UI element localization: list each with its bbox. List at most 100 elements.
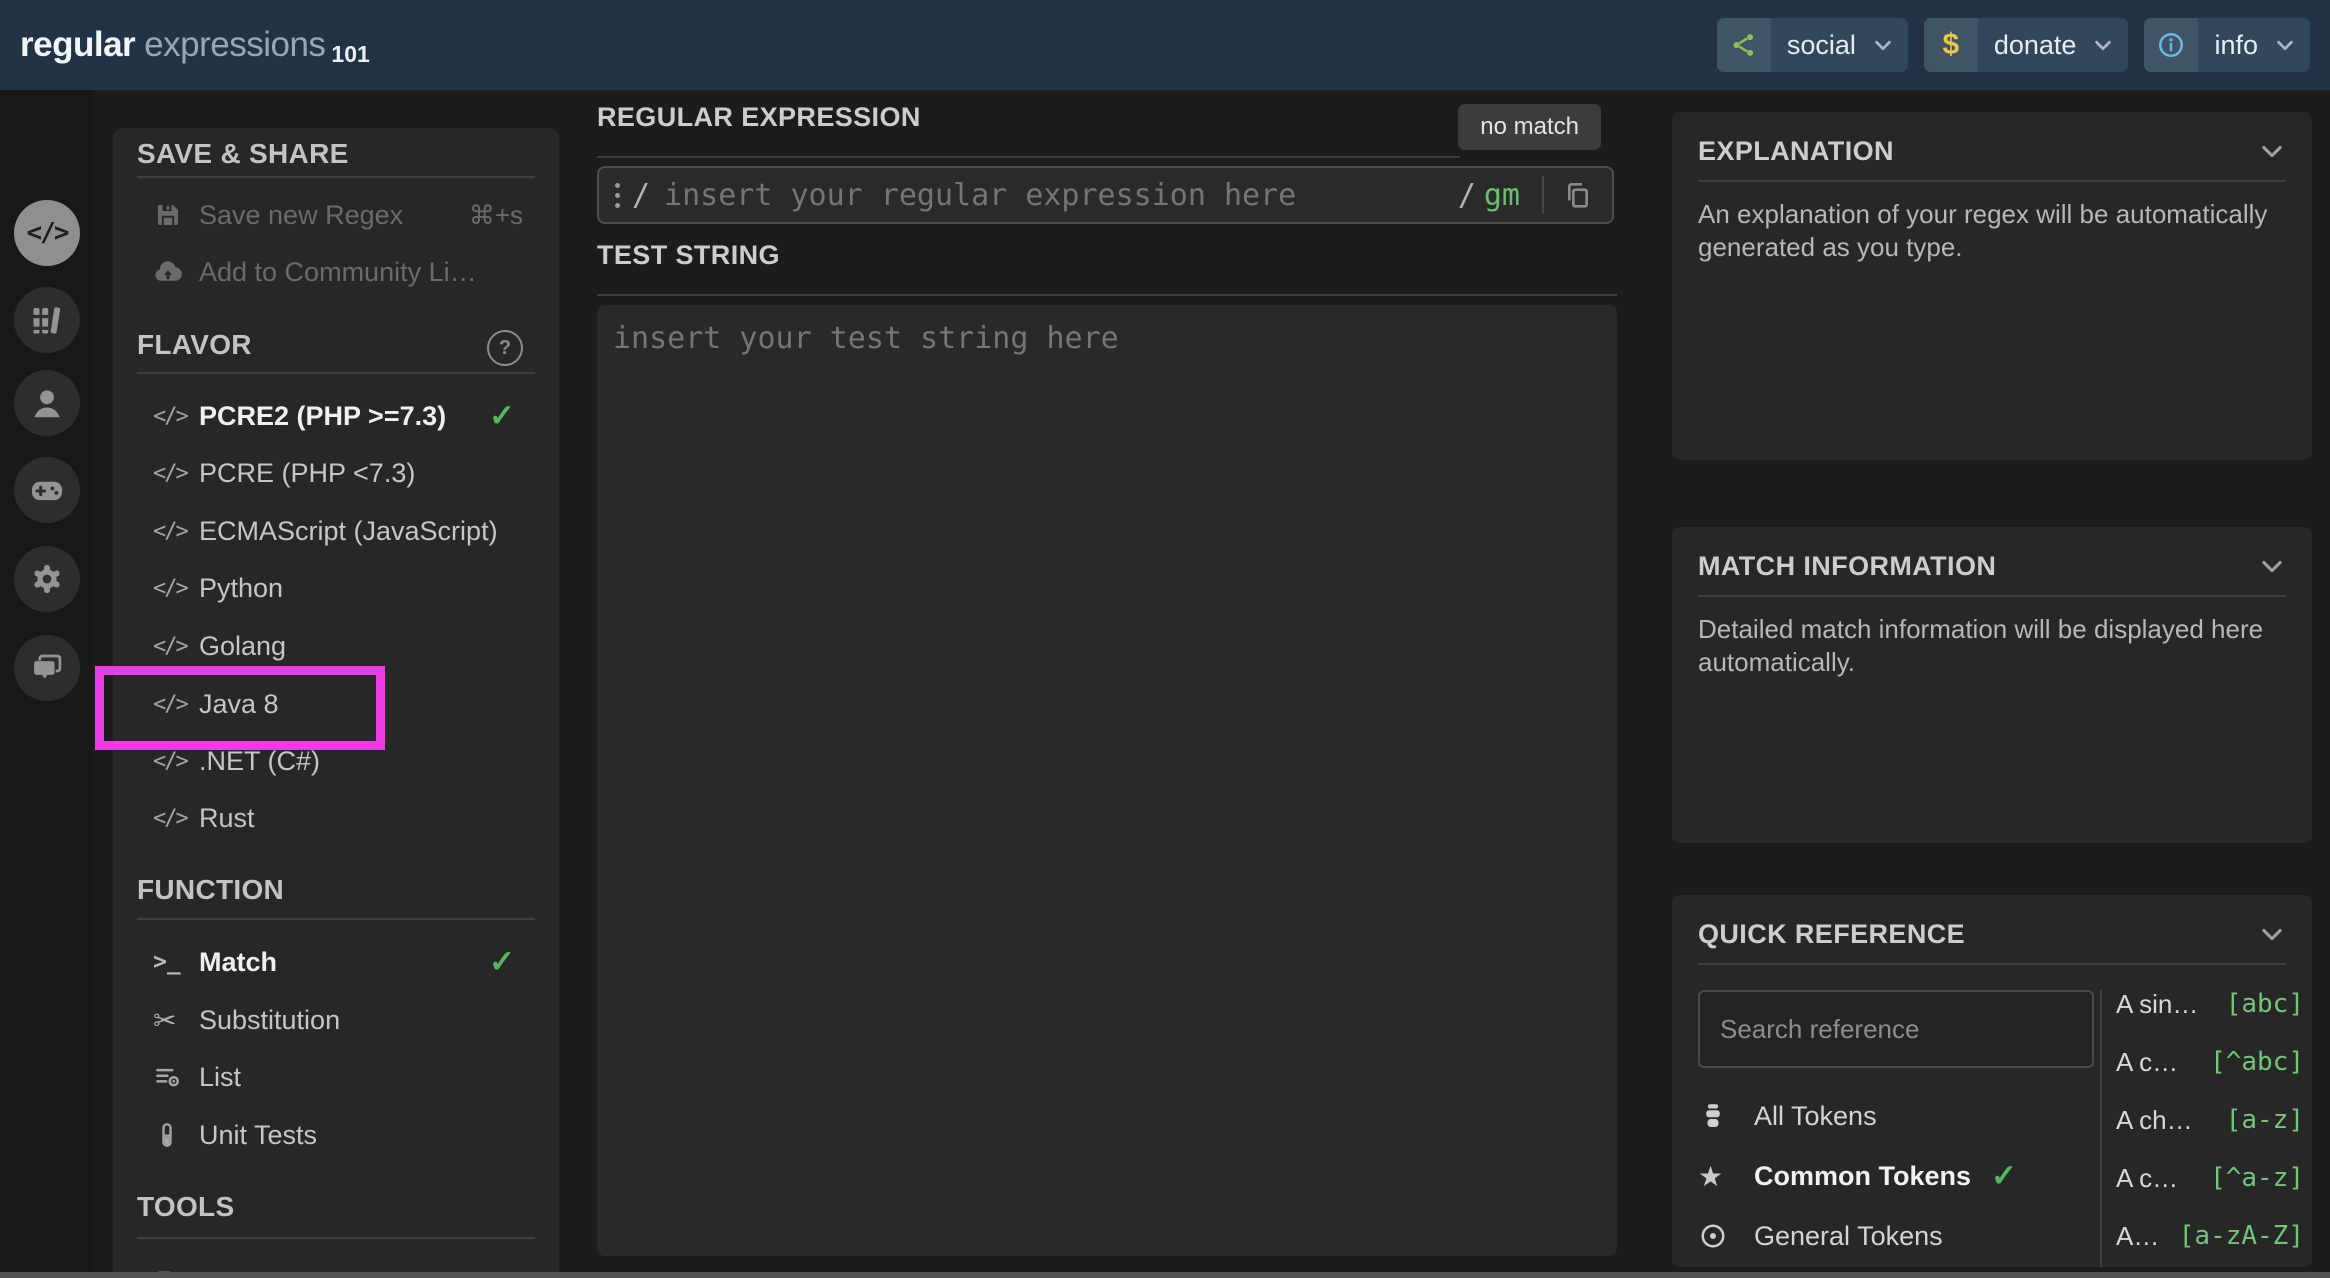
donate-menu-label: donate [1978, 30, 2085, 61]
chevron-down-icon [1864, 34, 1902, 56]
app-logo[interactable]: regular expressions 101 [20, 25, 370, 65]
flavor-item-golang[interactable]: </> Golang [153, 624, 523, 668]
star-icon: ★ [1698, 1160, 1723, 1193]
regex101-app: regular expressions 101 social [0, 0, 2330, 1278]
gear-icon [29, 561, 65, 597]
scissors-icon: ✂ [153, 1004, 176, 1037]
function-item-list[interactable]: List [153, 1055, 523, 1099]
divider [1542, 176, 1544, 214]
flavor-item-pcre2[interactable]: </> PCRE2 (PHP >=7.3) ✓ [153, 394, 523, 438]
rail-feedback-button[interactable] [14, 635, 80, 701]
flavor-item-java8[interactable]: </> Java 8 [153, 682, 523, 726]
social-menu-label: social [1771, 30, 1864, 61]
category-general-tokens[interactable]: General Tokens [1698, 1206, 2094, 1266]
function-item-substitution[interactable]: ✂ Substitution [153, 998, 523, 1042]
divider [1698, 963, 2286, 965]
tools-header: TOOLS [137, 1187, 535, 1227]
left-icon-rail: </> [0, 90, 93, 1278]
test-string-section-title: TEST STRING [597, 240, 780, 271]
check-icon: ✓ [489, 398, 515, 434]
save-shortcut: ⌘+s [469, 200, 523, 231]
rail-regex-quiz-button[interactable] [14, 457, 80, 523]
divider [597, 156, 1460, 158]
explanation-panel: EXPLANATION An explanation of your regex… [1672, 112, 2312, 460]
divider [2100, 990, 2102, 1267]
dollar-icon: $ [1924, 18, 1978, 72]
quick-reference-panel: QUICK REFERENCE All To [1672, 895, 2312, 1267]
info-menu-label: info [2198, 30, 2266, 61]
token-combined-range[interactable]: A… [a-zA-Z] [2116, 1207, 2304, 1265]
divider [137, 176, 535, 178]
window-bottom-edge [0, 1272, 2330, 1278]
save-new-regex-button[interactable]: Save new Regex ⌘+s [153, 193, 523, 237]
divider [1698, 180, 2286, 182]
donate-menu-button[interactable]: $ donate [1924, 18, 2129, 72]
category-common-tokens[interactable]: ★ Common Tokens ✓ [1698, 1146, 2094, 1206]
token-negated-range[interactable]: A c… [^a-z] [2116, 1149, 2304, 1207]
gamepad-icon [28, 471, 66, 509]
token-single-char[interactable]: A sin… [abc] [2116, 975, 2304, 1033]
user-icon [29, 385, 65, 421]
token-range[interactable]: A ch… [a-z] [2116, 1091, 2304, 1149]
regex-input[interactable]: / insert your regular expression here / … [597, 166, 1614, 224]
test-string-input[interactable]: insert your test string here [597, 305, 1617, 1256]
flavor-item-ecmascript[interactable]: </> ECMAScript (JavaScript) [153, 509, 523, 553]
header-menu-buttons: social $ donate [1717, 18, 2310, 72]
function-item-match[interactable]: >_ Match ✓ [153, 940, 523, 984]
function-header: FUNCTION [137, 870, 535, 910]
list-gear-icon [153, 1062, 199, 1092]
reference-category-list: All Tokens ★ Common Tokens ✓ General Tok… [1698, 1086, 2094, 1267]
test-string-placeholder: insert your test string here [613, 321, 1119, 356]
match-information-body: Detailed match information will be displ… [1698, 613, 2286, 680]
chevron-down-icon[interactable] [2258, 920, 2286, 948]
quick-reference-title: QUICK REFERENCE [1698, 919, 1965, 950]
flavor-item-python[interactable]: </> Python [153, 566, 523, 610]
rail-library-button[interactable] [14, 287, 80, 353]
rail-account-button[interactable] [14, 370, 80, 436]
circle-dot-icon [1698, 1221, 1754, 1251]
regex-section-title: REGULAR EXPRESSION [597, 102, 921, 133]
regex-flags[interactable]: gm [1484, 178, 1520, 213]
chevron-down-icon[interactable] [2258, 137, 2286, 165]
explanation-body: An explanation of your regex will be aut… [1698, 198, 2286, 265]
code-slash-icon: </> [153, 634, 187, 659]
divider [137, 1237, 535, 1239]
explanation-title: EXPLANATION [1698, 136, 1894, 167]
rail-settings-button[interactable] [14, 546, 80, 612]
reference-token-list: A sin… [abc] A c… [^abc] A ch… [a-z] A c… [2116, 975, 2304, 1265]
add-to-community-label: Add to Community Li… [199, 257, 477, 288]
terminal-icon: >_ [153, 949, 181, 975]
chevron-down-icon[interactable] [2258, 552, 2286, 580]
token-negated-set[interactable]: A c… [^abc] [2116, 1033, 2304, 1091]
rail-regex-editor-button[interactable]: </> [14, 200, 80, 266]
copy-icon[interactable] [1562, 179, 1594, 211]
flavor-item-rust[interactable]: </> Rust [153, 796, 523, 840]
tokens-icon [1698, 1101, 1754, 1131]
social-menu-button[interactable]: social [1717, 18, 1908, 72]
drag-handle-dots-icon [615, 183, 620, 208]
info-menu-button[interactable]: info [2144, 18, 2310, 72]
chevron-down-icon [2084, 34, 2122, 56]
reference-search-input[interactable] [1698, 990, 2094, 1068]
category-partial-clipped[interactable]: A [1698, 1266, 2094, 1267]
regex-open-delimiter: / [632, 178, 650, 213]
divider [1698, 595, 2286, 597]
flavor-item-dotnet[interactable]: </> .NET (C#) [153, 739, 523, 783]
floppy-icon [153, 200, 199, 230]
divider [137, 372, 535, 374]
logo-word-regular: regular [20, 25, 135, 65]
chevron-down-icon [2266, 34, 2304, 56]
code-slash-icon: </> [153, 692, 187, 717]
category-all-tokens[interactable]: All Tokens [1698, 1086, 2094, 1146]
check-icon: ✓ [489, 944, 515, 980]
match-information-panel: MATCH INFORMATION Detailed match informa… [1672, 527, 2312, 843]
code-slash-icon: </> [153, 576, 187, 601]
add-to-community-button[interactable]: Add to Community Li… [153, 250, 523, 294]
regex-close-delimiter: / [1458, 178, 1476, 213]
function-item-unit-tests[interactable]: Unit Tests [153, 1113, 523, 1157]
divider [597, 294, 1617, 296]
test-tube-icon [153, 1121, 199, 1149]
match-information-title: MATCH INFORMATION [1698, 551, 1996, 582]
help-circle-icon[interactable]: ? [487, 330, 523, 366]
flavor-item-pcre[interactable]: </> PCRE (PHP <7.3) [153, 451, 523, 495]
